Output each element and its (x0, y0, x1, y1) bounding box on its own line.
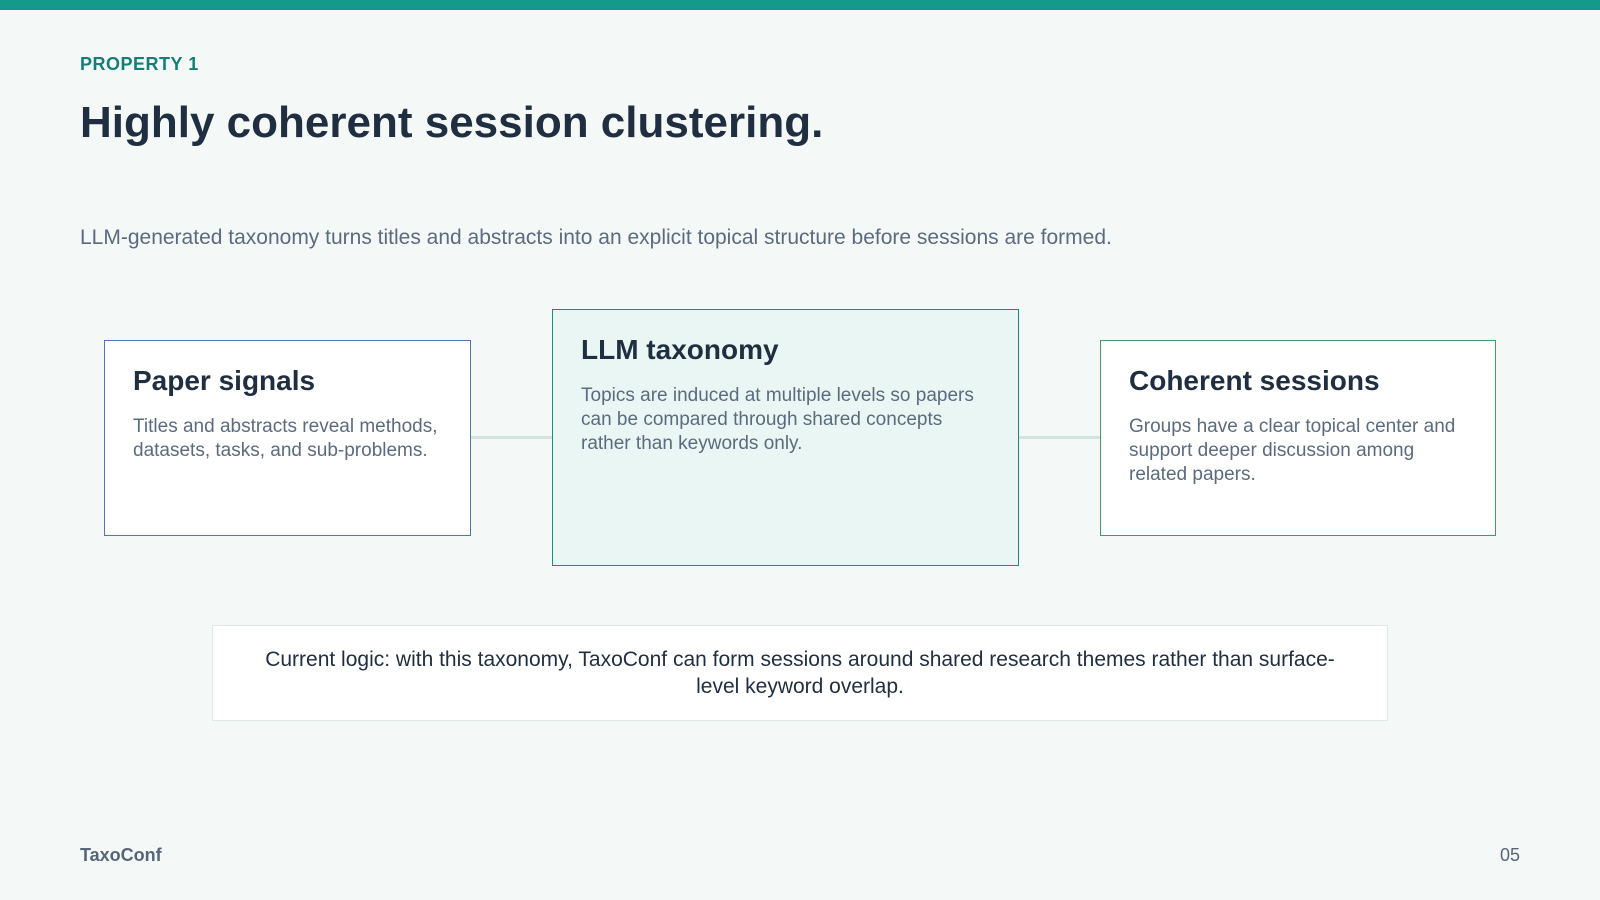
node-title: Paper signals (133, 365, 316, 396)
node-llm-taxonomy: LLM taxonomy Topics are induced at multi… (552, 309, 1019, 566)
node-paper-signals: Paper signals Titles and abstracts revea… (104, 340, 471, 536)
slide-title: Highly coherent session clustering. (80, 98, 824, 147)
node-coherent-sessions: Coherent sessions Groups have a clear to… (1100, 340, 1496, 536)
top-accent-bar (0, 0, 1600, 10)
logic-callout: Current logic: with this taxonomy, TaxoC… (212, 625, 1388, 721)
page-number: 05 (1499, 845, 1520, 865)
logic-callout-text: Current logic: with this taxonomy, TaxoC… (265, 648, 1335, 698)
node-title: LLM taxonomy (581, 334, 779, 365)
node-title: Coherent sessions (1129, 365, 1380, 396)
slide-subtitle: LLM-generated taxonomy turns titles and … (80, 226, 1112, 249)
node-body: Topics are induced at multiple levels so… (581, 385, 974, 454)
slide-kicker: PROPERTY 1 (80, 54, 199, 74)
footer-brand: TaxoConf (80, 845, 162, 865)
node-body: Groups have a clear topical center and s… (1129, 416, 1456, 485)
connector-left (471, 436, 552, 439)
node-body: Titles and abstracts reveal methods, dat… (133, 416, 438, 461)
connector-right (1019, 436, 1100, 439)
